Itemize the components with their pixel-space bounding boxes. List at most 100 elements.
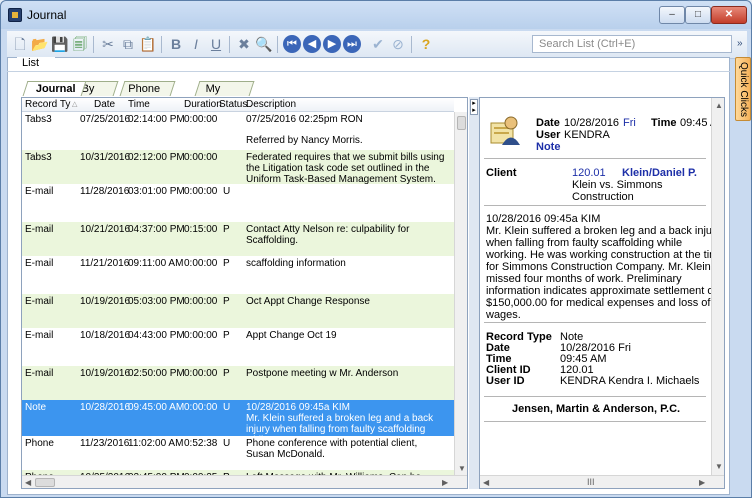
new-icon[interactable]: 🗋 (11, 35, 29, 53)
scroll-left-icon[interactable]: ◀ (25, 478, 31, 487)
cancel-icon[interactable]: ⊘ (389, 35, 407, 53)
cell-time: 09:11:00 AM (128, 258, 184, 269)
column-status[interactable]: Status (219, 98, 247, 112)
cell-record-type: Note (25, 402, 47, 413)
cut-icon[interactable]: ✂ (99, 35, 117, 53)
grid-rows: Tabs3 07/25/2016 02:14:00 PM 0:00:00 07/25/2… (22, 112, 454, 475)
detail-vertical-scrollbar[interactable]: ▲ ▼ (711, 98, 724, 475)
summary-value: KENDRA Kendra I. Michaels (560, 375, 700, 387)
minimize-button[interactable]: – (659, 6, 685, 24)
toolbar-separator (411, 36, 412, 53)
sort-indicator-icon: △ (72, 101, 78, 108)
cell-description: Oct Appt Change Response (246, 296, 446, 307)
table-row[interactable]: Tabs3 07/25/2016 02:14:00 PM 0:00:00 07/25/2… (22, 112, 454, 150)
check-icon[interactable]: ✔ (369, 35, 387, 53)
note-person-icon (490, 116, 520, 145)
scroll-down-icon[interactable]: ▼ (715, 462, 723, 471)
cell-duration: 0:00:00 (184, 258, 218, 269)
panel-splitter[interactable]: ▸ ▸ (469, 97, 479, 489)
cell-date: 10/19/2016 (80, 296, 131, 307)
delete-icon[interactable]: ✖ (235, 35, 253, 53)
detail-client-label: Client (486, 167, 517, 179)
detail-horizontal-scrollbar[interactable]: ◀ III ▶ (480, 475, 724, 488)
detail-date-label: Date (536, 117, 560, 129)
scroll-grip-icon[interactable]: III (587, 477, 595, 487)
close-button[interactable]: ✕ (711, 6, 747, 24)
scroll-thumb[interactable] (457, 116, 466, 130)
divider (484, 396, 706, 397)
save-all-icon[interactable]: 🗐 (71, 35, 89, 53)
detail-user: KENDRA (564, 129, 610, 141)
cell-duration: 0:00:00 (184, 296, 218, 307)
table-row[interactable]: E-mail 11/21/2016 09:11:00 AM 0:00:00 Pscaff… (22, 256, 454, 294)
firm-name: Jensen, Martin & Anderson, P.C. (512, 403, 681, 415)
column-date[interactable]: Date (94, 98, 115, 112)
cell-time: 02:12:00 PM (128, 152, 185, 163)
cell-status: P (223, 224, 230, 235)
save-icon[interactable]: 💾 (51, 35, 69, 53)
column-duration[interactable]: Duration (184, 98, 222, 112)
spellcheck-icon[interactable]: 🔍 (255, 35, 273, 53)
maximize-button[interactable]: □ (685, 6, 711, 24)
note-line: working. He was working construction at … (486, 249, 725, 261)
scroll-thumb[interactable] (35, 478, 55, 487)
next-record-icon[interactable]: ▶ (323, 35, 341, 53)
help-icon[interactable]: ? (417, 35, 435, 53)
grid-vertical-scrollbar[interactable]: ▼ (454, 112, 467, 475)
scroll-left-icon[interactable]: ◀ (483, 478, 489, 487)
last-record-icon[interactable]: ⏭ (343, 35, 361, 53)
detail-day: Fri (623, 117, 636, 129)
copy-icon[interactable]: ⧉ (119, 35, 137, 53)
journal-grid: Record Ty △ Date Time Duration Status De… (21, 97, 468, 489)
cell-date: 07/25/2016 (80, 114, 131, 125)
cell-date: 11/28/2016 (80, 186, 130, 197)
scroll-up-icon[interactable]: ▲ (715, 101, 723, 110)
scroll-right-icon[interactable]: ▶ (442, 478, 448, 487)
detail-client-id[interactable]: 120.01 (572, 167, 606, 179)
table-row[interactable]: E-mail 10/21/2016 04:37:00 PM 0:15:00 P Conta… (22, 222, 454, 256)
quick-clicks-tab[interactable]: Quick Clicks (735, 57, 751, 121)
detail-date: 10/28/2016 (564, 117, 620, 129)
tab-journal[interactable]: Journal (22, 81, 87, 96)
cell-record-type: E-mail (25, 224, 54, 235)
table-row[interactable]: E-mail 10/19/2016 05:03:00 PM 0:00:00 P Oct A… (22, 294, 454, 328)
table-row[interactable]: E-mail 11/28/2016 03:01:00 PM 0:00:00 U (22, 184, 454, 222)
tab-my-journal[interactable]: My Journal (194, 81, 255, 109)
detail-client-name[interactable]: Klein/Daniel P. (622, 167, 697, 179)
table-row[interactable]: E-mail 10/18/2016 04:43:00 PM 0:00:00 P Appt … (22, 328, 454, 366)
collapse-panel-icon[interactable]: ▸ ▸ (470, 99, 478, 115)
first-record-icon[interactable]: ⏮ (283, 35, 301, 53)
table-row[interactable]: Phone 11/23/2016 11:02:00 AM 0:52:38 U Phone … (22, 436, 454, 470)
cell-time: 09:45:00 AM (128, 402, 185, 413)
description-text: Postpone meeting w Mr. Anderson (246, 368, 399, 379)
scroll-down-icon[interactable]: ▼ (458, 464, 466, 473)
tab-phone-email[interactable]: Phone & E-mail (119, 81, 176, 123)
column-record-type[interactable]: Record Ty (25, 98, 70, 112)
open-icon[interactable]: 📂 (31, 35, 49, 53)
cell-status: P (223, 368, 230, 379)
journal-window: Journal – □ ✕ 🗋 📂 💾 🗐 ✂ ⧉ 📋 B I U ✖ 🔍 ⏮ … (0, 0, 752, 498)
cell-time: 05:03:00 PM (128, 296, 185, 307)
bold-icon[interactable]: B (167, 35, 185, 53)
column-time[interactable]: Time (128, 98, 150, 112)
note-line: for Simmons Construction Company. Mr. Kl… (486, 261, 711, 273)
scroll-right-icon[interactable]: ▶ (699, 478, 705, 487)
previous-record-icon[interactable]: ◀ (303, 35, 321, 53)
underline-icon[interactable]: U (207, 35, 225, 53)
search-list-input[interactable]: Search List (Ctrl+E) (532, 35, 732, 53)
italic-icon[interactable]: I (187, 35, 205, 53)
table-row[interactable]: E-mail 10/19/2016 02:50:00 PM 0:00:00 P Postp… (22, 366, 454, 400)
description-text: Oct Appt Change Response (246, 296, 370, 307)
cell-duration: 0:00:00 (184, 330, 218, 341)
tab-list[interactable]: List (17, 57, 55, 71)
table-row[interactable]: Note 10/28/2016 09:45:00 AM 0:00:00 U 10/28/2… (22, 400, 454, 446)
note-line: Mr. Klein suffered a broken leg and a ba… (486, 225, 722, 237)
paste-icon[interactable]: 📋 (139, 35, 157, 53)
column-description[interactable]: Description (246, 98, 296, 112)
cell-duration: 0:00:00 (184, 368, 218, 379)
cell-status: P (223, 330, 230, 341)
grid-horizontal-scrollbar[interactable]: ◀ ▶ (22, 475, 467, 488)
detail-record-type-link[interactable]: Note (536, 141, 560, 153)
table-row[interactable]: Tabs3 10/31/2016 02:12:00 PM 0:00:00 Federat… (22, 150, 454, 185)
toolbar-overflow-icon[interactable]: » (737, 38, 743, 49)
